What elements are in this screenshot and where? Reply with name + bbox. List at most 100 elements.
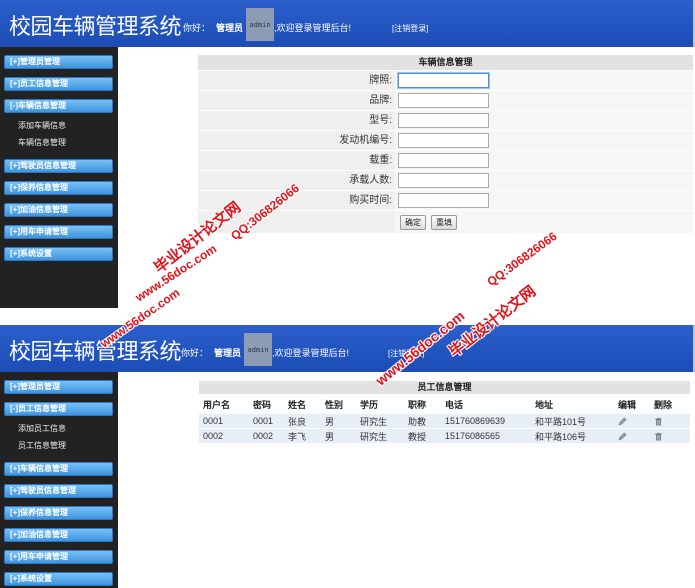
table-cell: 151760869639 [441,414,531,429]
submit-button[interactable]: 确定 [400,214,426,230]
field-label: 购买时间: [198,191,395,210]
sidebar-submenu: 添加员工信息 员工信息管理 [0,420,118,454]
app-title: 校园车辆管理系统 [9,339,182,364]
sidebar-submenu: 添加车辆信息 车辆信息管理 [0,117,118,151]
sidebar-group[interactable]: [+]保养信息管理 [4,506,113,520]
column-header: 用户名 [203,399,231,410]
welcome-text: ,欢迎登录管理后台! [272,348,350,358]
form-button-cell: 确定 重填 [395,211,693,233]
form-row: 承载人数: [198,171,693,191]
greeting-text: 你好： [183,23,211,33]
field-cell [395,191,693,210]
table-cell: 0001 [249,414,284,429]
field-cell [395,71,693,90]
sidebar-group[interactable]: [+]员工信息管理 [4,77,113,91]
table-row: 0002 0002 李飞男研究生 教授 15176086565 和平路106号 [199,428,690,444]
sidebar-group[interactable]: [+]车辆信息管理 [4,462,113,476]
sidebar-subitem[interactable]: 车辆信息管理 [0,134,118,151]
table-cell: 0002 [249,428,284,444]
table-cell: 0001 [199,414,249,429]
welcome-text: ,欢迎登录管理后台! [274,23,352,33]
edit-cell [614,428,650,444]
field-input[interactable] [398,73,489,88]
vehicle-form: 车辆信息管理 牌照: 品牌: 型号: 发动机编号: 载重: 承载人数: 购买时间: 确定 重… [198,55,693,234]
field-label: 型号: [198,111,395,130]
employee-list-screen: 校园车辆管理系统 你好： 管理员 admin ,欢迎登录管理后台! [注销登录]… [0,325,695,588]
field-label: 品牌: [198,91,395,110]
form-row: 牌照: [198,71,693,91]
sidebar-group[interactable]: [+]用车申请管理 [4,550,113,564]
trash-icon[interactable] [654,416,663,426]
sidebar-group[interactable]: [+]用车申请管理 [4,225,113,239]
sidebar-group[interactable]: [-]车辆信息管理 [4,99,113,113]
table-cell: 和平路106号 [531,428,614,444]
edit-icon[interactable] [618,431,627,441]
column-header: 学历 [360,399,379,410]
sidebar-group[interactable]: [+]加油信息管理 [4,528,113,542]
table-cell: 0002 [199,428,249,444]
field-cell [395,171,693,190]
employee-table: 用户名 密码 姓名 性别 学历 职称 电话 地址 编辑 删除 0001 0001 张良男研究生 助教 15… [199,394,690,444]
sidebar: [+]管理员管理 [-]员工信息管理 添加员工信息 员工信息管理 [+]车辆信息管理 [+… [0,372,118,588]
table-cell: 15176086565 [441,428,531,444]
field-cell [395,91,693,110]
column-header: 职称 [408,399,427,410]
field-input[interactable] [398,133,489,148]
sidebar-group[interactable]: [+]系统设置 [4,247,113,261]
form-title: 车辆信息管理 [198,55,693,71]
field-label: 载重: [198,151,395,170]
table-cell: 张良 [284,414,321,429]
sidebar-group[interactable]: [+]系统设置 [4,572,113,586]
sidebar-group[interactable]: [-]员工信息管理 [4,402,113,416]
column-header: 密码 [253,399,272,410]
form-button-spacer [198,211,395,233]
table-cell: 研究生 [356,428,404,444]
table-cell: 李飞 [284,428,321,444]
sidebar-subitem[interactable]: 添加员工信息 [0,420,118,437]
table-cell: 助教 [404,414,441,429]
field-cell [395,111,693,130]
field-cell [395,131,693,150]
form-row: 购买时间: [198,191,693,211]
sidebar-group[interactable]: [+]管理员管理 [4,380,113,394]
form-row: 型号: [198,111,693,131]
field-input[interactable] [398,153,489,168]
sidebar-group[interactable]: [+]驾驶员信息管理 [4,159,113,173]
top-header: 校园车辆管理系统 你好： 管理员 admin ,欢迎登录管理后台! [注销登录] [0,0,695,47]
form-row: 发动机编号: [198,131,693,151]
table-title: 员工信息管理 [199,381,690,394]
column-header: 地址 [535,399,554,410]
reset-button[interactable]: 重填 [431,214,457,230]
user-info: 你好： 管理员 admin ,欢迎登录管理后台! [181,333,349,366]
sidebar-group[interactable]: [+]管理员管理 [4,55,113,69]
field-input[interactable] [398,113,489,128]
sidebar-subitem[interactable]: 员工信息管理 [0,437,118,454]
field-label: 牌照: [198,71,395,90]
sidebar-group[interactable]: [+]加油信息管理 [4,203,113,217]
field-input[interactable] [398,193,489,208]
delete-cell [650,428,690,444]
logout-link[interactable]: [注销登录] [392,23,428,34]
column-header: 姓名 [288,399,307,410]
logout-link[interactable]: [注销登录] [388,348,424,359]
avatar: admin [244,333,273,366]
table-row: 0001 0001 张良男研究生 助教 151760869639 和平路101号 [199,414,690,429]
sidebar-subitem[interactable]: 添加车辆信息 [0,117,118,134]
edit-icon[interactable] [618,416,627,426]
field-label: 发动机编号: [198,131,395,150]
bottom-header: 校园车辆管理系统 你好： 管理员 admin ,欢迎登录管理后台! [注销登录] [0,325,695,372]
field-input[interactable] [398,93,489,108]
table-cell: 男 [321,414,356,429]
column-header: 删除 [654,399,673,410]
field-input[interactable] [398,173,489,188]
sidebar-group[interactable]: [+]保养信息管理 [4,181,113,195]
table-cell: 研究生 [356,414,404,429]
sidebar-group[interactable]: [+]驾驶员信息管理 [4,484,113,498]
table-cell: 教授 [404,428,441,444]
form-row: 品牌: [198,91,693,111]
trash-icon[interactable] [654,431,663,441]
edit-cell [614,414,650,429]
greeting-text: 你好： [181,348,209,358]
app-title: 校园车辆管理系统 [9,14,182,39]
user-role: 管理员 [214,348,242,358]
